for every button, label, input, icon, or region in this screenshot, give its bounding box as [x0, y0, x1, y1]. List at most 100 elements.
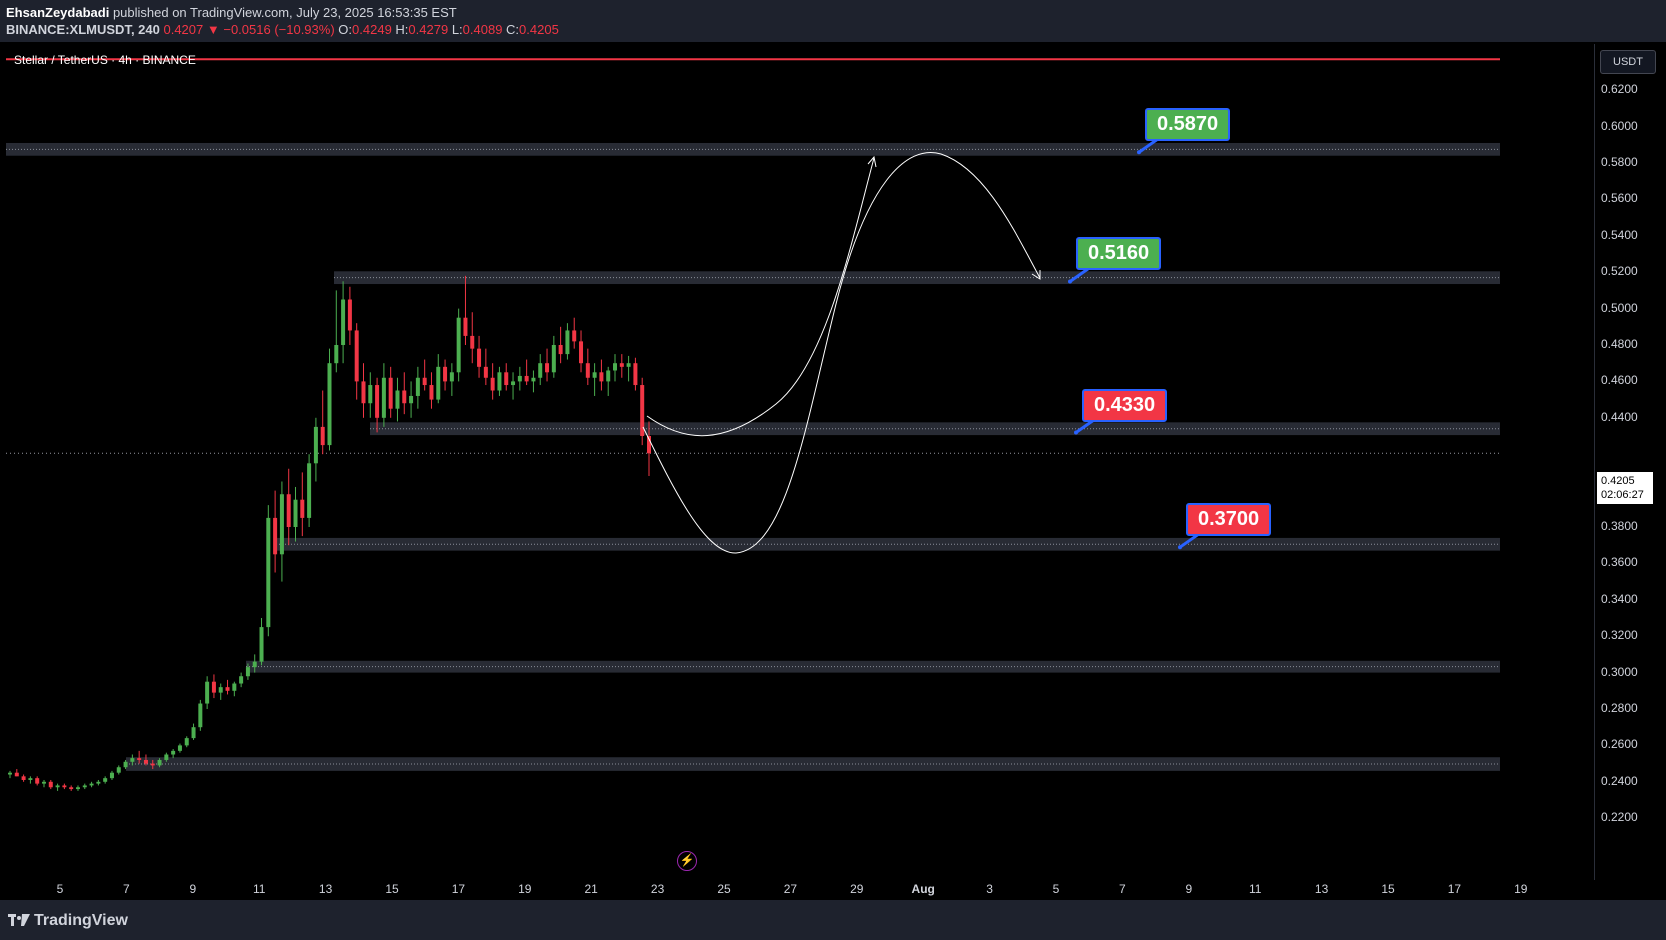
candle-body [191, 727, 196, 739]
candle-body [490, 377, 495, 391]
y-tick-label: 0.3800 [1601, 519, 1638, 533]
bar-countdown: 02:06:27 [1601, 489, 1644, 501]
candle-body [300, 499, 305, 518]
candle-body [422, 377, 427, 386]
x-tick-label: 7 [1119, 882, 1126, 896]
tradingview-logo[interactable]: TradingView [8, 912, 128, 930]
y-tick-label: 0.5200 [1601, 264, 1638, 279]
candle-body [307, 463, 312, 518]
candle-body [109, 772, 114, 779]
x-tick-label: 13 [318, 882, 333, 896]
candle-body [347, 299, 352, 331]
tag-anchor [1178, 545, 1182, 550]
price-chart[interactable] [6, 44, 1594, 880]
price-axis[interactable] [1594, 44, 1666, 880]
tradingview-logo-icon [8, 914, 30, 926]
y-tick-label: 0.3600 [1601, 555, 1638, 570]
candle-body [381, 377, 386, 418]
candle-body [599, 372, 604, 382]
candle-body [368, 385, 373, 404]
y-tick-label: 0.2200 [1601, 810, 1638, 825]
candle-body [579, 341, 584, 364]
candle-body [35, 778, 40, 784]
price-change: ▼ −0.0516 (−10.93%) [206, 22, 335, 37]
candle-body [157, 759, 162, 766]
candle-body [388, 377, 393, 409]
chart-legend-title[interactable]: Stellar / TetherUS · 4h · BINANCE [14, 53, 196, 67]
y-tick-label: 0.4400 [1601, 409, 1638, 424]
last-price: 0.4207 [163, 22, 204, 37]
candle-body [150, 763, 155, 766]
candle-body [164, 754, 169, 760]
candle-body [429, 385, 434, 400]
candle-body [211, 681, 216, 693]
candle-body [171, 750, 176, 755]
high-value: 0.4279 [408, 22, 449, 37]
y-tick-label: 0.5600 [1601, 191, 1638, 206]
candle-body [177, 745, 182, 751]
candle-body [89, 783, 94, 786]
candle-body [143, 759, 148, 764]
candle-body [361, 381, 366, 404]
candle-body [545, 363, 550, 373]
candle-body [558, 345, 563, 355]
candle-body [245, 667, 250, 677]
candle-body [531, 377, 536, 382]
candle-body [293, 499, 298, 527]
candle-body [28, 778, 33, 780]
candle-body [572, 330, 577, 342]
candle-body [130, 758, 135, 762]
y-tick-label: 0.5400 [1601, 227, 1638, 242]
candle-body [565, 330, 570, 355]
y-tick-label: 0.6200 [1601, 82, 1638, 97]
candle-body [279, 494, 284, 555]
projection-path-deep [642, 152, 1041, 554]
candle-body [205, 681, 210, 704]
price-level-tag[interactable]: 0.4330 [1082, 388, 1168, 422]
candle-body [354, 330, 359, 382]
x-tick-label: 21 [584, 882, 598, 896]
candle-body [592, 372, 597, 378]
author-name[interactable]: EhsanZeydabadi [6, 5, 109, 20]
x-tick-label: 25 [717, 882, 731, 896]
candle-body [55, 785, 60, 788]
lightning-icon[interactable]: ⚡ [677, 851, 697, 871]
projection-path-up [646, 157, 875, 437]
candle-body [82, 785, 87, 788]
tradingview-logo-text: TradingView [34, 912, 128, 929]
x-tick-label: 13 [1314, 882, 1329, 896]
y-tick-label: 0.3200 [1601, 628, 1638, 643]
currency-selector[interactable]: USDT [1600, 50, 1656, 74]
publish-info: EhsanZeydabadi published on TradingView.… [6, 5, 457, 20]
x-tick-label: 9 [189, 882, 197, 896]
tag-anchor [1074, 430, 1078, 435]
y-tick-label: 0.4600 [1601, 373, 1638, 388]
candle-body [69, 787, 74, 790]
y-tick-label: 0.3400 [1601, 591, 1638, 606]
price-level-tag[interactable]: 0.5160 [1076, 237, 1162, 271]
y-tick-label: 0.3000 [1601, 664, 1638, 679]
published-text: published on TradingView.com, July 23, 2… [112, 5, 457, 20]
x-tick-label: Aug [911, 882, 935, 896]
tag-anchor [1137, 150, 1141, 155]
candle-body [483, 366, 488, 378]
y-tick-label: 0.2600 [1601, 737, 1638, 752]
x-tick-label: 11 [1248, 882, 1262, 896]
x-tick-label: 19 [518, 882, 532, 896]
candle-body [266, 517, 271, 628]
candle-body [375, 385, 380, 418]
candle-body [341, 299, 346, 345]
high-label: H: [395, 22, 409, 37]
y-tick-label: 0.5800 [1601, 155, 1638, 169]
price-level-tag[interactable]: 0.5870 [1145, 108, 1231, 142]
candle-body [8, 772, 12, 775]
current-price-label: 0.4205 02:06:27 [1597, 472, 1653, 504]
symbol-name[interactable]: BINANCE:XLMUSDT, 240 [6, 22, 160, 37]
candle-body [538, 363, 543, 378]
price-level-tag[interactable]: 0.3700 [1186, 503, 1272, 537]
symbol-info: BINANCE:XLMUSDT, 240 0.4207 ▼ −0.0516 (−… [6, 22, 559, 37]
candle-body [606, 370, 611, 382]
candle-body [449, 372, 454, 382]
current-price-value: 0.4205 [1601, 475, 1635, 487]
chart-plot-area[interactable] [6, 44, 1594, 880]
